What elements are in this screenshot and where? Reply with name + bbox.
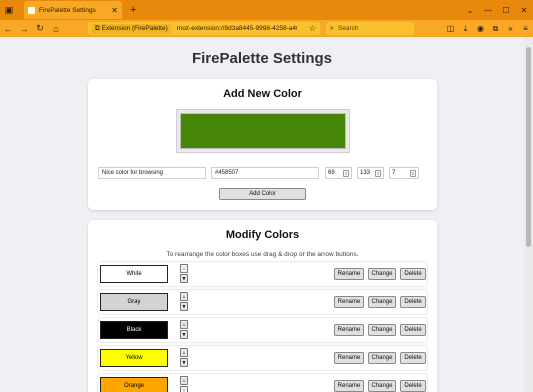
hex-input[interactable]: #458507 xyxy=(211,167,319,179)
change-button[interactable]: Change xyxy=(368,380,396,392)
delete-button[interactable]: Delete xyxy=(400,268,426,280)
url-bar[interactable]: ⧉ Extension (FirePalette) moz-extension:… xyxy=(88,22,320,35)
new-tab-icon[interactable]: + xyxy=(130,4,136,16)
home-icon[interactable]: ⌂ xyxy=(48,21,64,37)
change-button[interactable]: Change xyxy=(368,352,396,364)
account-icon[interactable]: ◉ xyxy=(473,20,488,37)
blue-value: 7 xyxy=(392,170,396,176)
arrow-down-icon[interactable]: ▼ xyxy=(180,302,188,311)
tab-firepalette-settings[interactable]: FirePalette Settings ✕ xyxy=(24,1,122,19)
color-swatch[interactable]: Gray xyxy=(100,293,168,311)
modify-colors-heading: Modify Colors xyxy=(225,229,300,241)
delete-button[interactable]: Delete xyxy=(400,352,426,364)
arrow-up-icon[interactable]: ▲ xyxy=(180,292,188,301)
change-button[interactable]: Change xyxy=(368,296,396,308)
rename-button[interactable]: Rename xyxy=(334,380,364,392)
toolbar-icons: ◫ ⤓ ◉ ⧉ » ≡ xyxy=(443,20,533,37)
color-swatch[interactable]: Orange xyxy=(100,377,168,392)
color-preview xyxy=(180,113,346,149)
page-scrollbar[interactable] xyxy=(524,37,533,392)
page-title: FirePalette Settings xyxy=(191,50,333,67)
arrow-down-icon[interactable]: ▼ xyxy=(180,330,188,339)
blue-stepper[interactable]: 7 ⇕ xyxy=(389,167,419,179)
arrow-down-icon[interactable]: ▼ xyxy=(180,358,188,367)
arrow-up-icon[interactable]: ▲ xyxy=(180,320,188,329)
change-button[interactable]: Change xyxy=(368,268,396,280)
color-preview-frame xyxy=(176,109,350,153)
color-row[interactable]: Orange ▲ ▼ Rename Change Delete xyxy=(98,374,427,392)
close-tab-icon[interactable]: ✕ xyxy=(111,6,118,15)
maximize-icon[interactable]: ☐ xyxy=(497,0,515,20)
add-color-heading: Add New Color xyxy=(223,88,302,100)
bookmark-star-icon[interactable]: ☆ xyxy=(309,24,316,33)
rename-button[interactable]: Rename xyxy=(334,324,364,336)
modify-colors-card: Modify Colors To rearrange the color box… xyxy=(88,220,437,392)
color-name-input[interactable]: Nice color for browsing xyxy=(98,167,206,179)
minimize-icon[interactable]: — xyxy=(479,0,497,20)
green-stepper[interactable]: 133 ⇕ xyxy=(357,167,384,179)
color-row[interactable]: White ▲ ▼ Rename Change Delete xyxy=(98,262,427,286)
color-row[interactable]: Yellow ▲ ▼ Rename Change Delete xyxy=(98,346,427,370)
reorder-arrows: ▲ ▼ xyxy=(180,292,189,312)
color-row[interactable]: Black ▲ ▼ Rename Change Delete xyxy=(98,318,427,342)
arrow-up-icon[interactable]: ▲ xyxy=(180,376,188,385)
chevron-down-icon[interactable]: ⌄ xyxy=(461,0,479,20)
search-placeholder: Search xyxy=(337,25,359,32)
arrow-down-icon[interactable]: ▼ xyxy=(180,274,188,283)
rearrange-hint: To rearrange the color boxes use drag & … xyxy=(166,251,359,258)
delete-button[interactable]: Delete xyxy=(400,380,426,392)
rename-button[interactable]: Rename xyxy=(334,352,364,364)
arrow-up-icon[interactable]: ▲ xyxy=(180,264,188,273)
search-input[interactable]: ⌕ Search xyxy=(326,22,414,35)
arrow-up-icon[interactable]: ▲ xyxy=(180,348,188,357)
extension-badge[interactable]: ⧉ Extension (FirePalette) xyxy=(92,23,171,34)
reorder-arrows: ▲ ▼ xyxy=(180,264,189,284)
back-icon[interactable]: ← xyxy=(0,21,16,37)
extension-badge-label: Extension (FirePalette) xyxy=(101,25,168,32)
red-spinner-icon[interactable]: ⇕ xyxy=(343,170,349,177)
downloads-icon[interactable]: ⤓ xyxy=(458,20,473,37)
page-content: FirePalette Settings Add New Color Nice … xyxy=(0,37,524,392)
extensions-icon[interactable]: ⧉ xyxy=(488,20,503,37)
reorder-arrows: ▲ ▼ xyxy=(180,348,189,368)
search-icon: ⌕ xyxy=(330,24,334,32)
tab-title: FirePalette Settings xyxy=(39,6,96,14)
url-text: moz-extension://8d3a8445-9998-4258-a409-… xyxy=(176,25,297,32)
red-stepper[interactable]: 69 ⇕ xyxy=(325,167,352,179)
green-spinner-icon[interactable]: ⇕ xyxy=(375,170,381,177)
color-swatch[interactable]: Black xyxy=(100,321,168,339)
tab-bar: ▣ FirePalette Settings ✕ + ⌄ — ☐ ✕ xyxy=(0,0,533,20)
add-color-card: Add New Color Nice color for browsing #4… xyxy=(88,79,437,210)
reorder-arrows: ▲ ▼ xyxy=(180,376,189,392)
reload-icon[interactable]: ↻ xyxy=(32,21,48,37)
scrollbar-thumb[interactable] xyxy=(526,47,531,247)
overflow-icon[interactable]: » xyxy=(503,20,518,37)
tab-list-icon[interactable]: ▣ xyxy=(0,0,18,20)
pocket-icon[interactable]: ◫ xyxy=(443,20,458,37)
page-favicon-icon xyxy=(28,6,35,14)
add-color-button[interactable]: Add Color xyxy=(219,188,306,200)
puzzle-icon: ⧉ xyxy=(95,24,100,32)
color-row[interactable]: Gray ▲ ▼ Rename Change Delete xyxy=(98,290,427,314)
nav-bar: ← → ↻ ⌂ ⧉ Extension (FirePalette) moz-ex… xyxy=(0,20,533,37)
color-swatch[interactable]: Yellow xyxy=(100,349,168,367)
delete-button[interactable]: Delete xyxy=(400,296,426,308)
rename-button[interactable]: Rename xyxy=(334,268,364,280)
color-swatch[interactable]: White xyxy=(100,265,168,283)
red-value: 69 xyxy=(328,170,335,176)
arrow-down-icon[interactable]: ▼ xyxy=(180,386,188,392)
reorder-arrows: ▲ ▼ xyxy=(180,320,189,340)
green-value: 133 xyxy=(360,170,371,176)
close-window-icon[interactable]: ✕ xyxy=(515,0,533,20)
forward-icon[interactable]: → xyxy=(16,21,32,37)
delete-button[interactable]: Delete xyxy=(400,324,426,336)
change-button[interactable]: Change xyxy=(368,324,396,336)
rename-button[interactable]: Rename xyxy=(334,296,364,308)
menu-icon[interactable]: ≡ xyxy=(518,20,533,37)
blue-spinner-icon[interactable]: ⇕ xyxy=(410,170,416,177)
window-controls: ⌄ — ☐ ✕ xyxy=(461,0,533,20)
